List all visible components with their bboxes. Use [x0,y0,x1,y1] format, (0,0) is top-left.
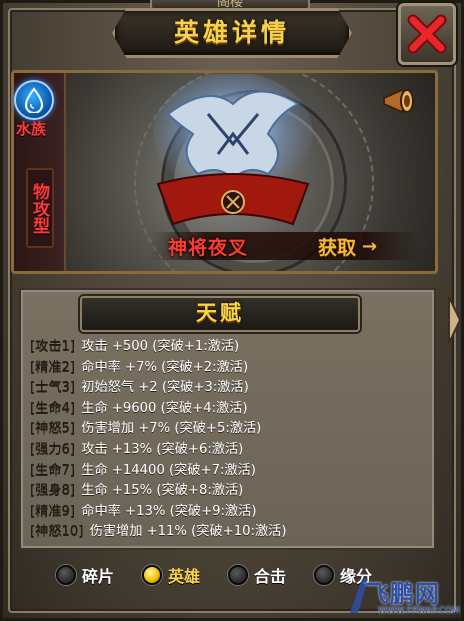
talent-row: [强身8] 生命 +15% (突破+8:激活) [30,481,430,502]
talent-text: 生命 +15% (突破+8:激活) [81,483,244,499]
water-drop-glyph [24,87,44,113]
talent-title: 天赋 [196,300,244,325]
talent-tag: [神怒10] [30,524,84,540]
tab-fragments[interactable]: 碎片 [56,562,114,588]
talent-row: [神怒5] 伤害增加 +7% (突破+5:激活) [30,419,430,440]
talent-text: 命中率 +13% (突破+9:激活) [81,503,257,519]
talent-tag: [强身8] [30,483,76,499]
radio-icon [56,565,76,585]
hero-name: 神将夜叉 [168,237,249,259]
arrow-right-icon: → [362,235,378,257]
talent-tag: [精准2] [30,359,76,375]
talent-text: 伤害增加 +7% (突破+5:激活) [81,421,262,437]
talent-row: [生命7] 生命 +14400 (突破+7:激活) [30,461,430,482]
talent-row: [攻击1] 攻击 +500 (突破+1:激活) [30,337,430,358]
tab-label: 碎片 [82,567,115,586]
talent-text: 攻击 +13% (突破+6:激活) [81,441,244,457]
obtain-label: 获取 [318,236,357,259]
talent-tag: [生命4] [30,400,76,416]
talent-text: 命中率 +7% (突破+2:激活) [81,359,249,375]
obtain-button[interactable]: 获取 → [318,231,410,261]
talent-text: 生命 +14400 (突破+7:激活) [81,462,256,478]
side-arrow-icon[interactable] [446,295,462,345]
talent-row: [士气3] 初始怒气 +2 (突破+3:激活) [30,378,430,399]
close-x-icon [407,14,447,54]
tab-label: 英雄 [168,567,201,586]
page-title: 英雄详情 [173,18,290,47]
talent-tag: [生命7] [30,462,76,478]
attack-type-label: 物攻型 [26,168,54,248]
watermark-url: WWW.FPWAP.COM [378,606,460,616]
tab-bar: 碎片 英雄 合击 缘分 [56,562,396,588]
talent-row: [生命4] 生命 +9600 (突破+4:激活) [30,399,430,420]
radio-icon [228,565,249,585]
talent-row: [神怒10] 伤害增加 +11% (突破+10:激活) [30,522,430,543]
talent-row: [精准9] 命中率 +13% (突破+9:激活) [30,502,430,523]
tab-label: 合击 [254,567,287,586]
talent-text: 生命 +9600 (突破+4:激活) [81,400,248,416]
talent-tag: [攻击1] [30,339,76,354]
horn-icon[interactable] [380,86,416,116]
talent-list: [攻击1] 攻击 +500 (突破+1:激活) [精准2] 命中率 +7% (突… [30,337,430,543]
hero-figure-image [153,74,313,226]
close-button[interactable] [398,3,456,65]
talent-tag: [士气3] [30,380,76,396]
talent-row: [强力6] 攻击 +13% (突破+6:激活) [30,440,430,461]
talent-tag: [强力6] [30,441,76,457]
talent-text: 伤害增加 +11% (突破+10:激活) [89,524,287,540]
element-label: 水族 [16,120,47,138]
water-drop-icon [14,80,54,120]
talent-text: 攻击 +500 (突破+1:激活) [81,339,240,354]
radio-icon [314,565,335,585]
radio-selected-icon [142,565,163,585]
talent-text: 初始怒气 +2 (突破+3:激活) [81,380,249,396]
tab-combo-attack[interactable]: 合击 [228,562,286,588]
talent-row: [精准2] 命中率 +7% (突破+2:激活) [30,358,430,379]
talent-tag: [神怒5] [30,421,76,437]
talent-tag: [精准9] [30,503,76,519]
tab-hero[interactable]: 英雄 [142,562,200,588]
watermark-text: 飞鹏网 [365,579,440,608]
